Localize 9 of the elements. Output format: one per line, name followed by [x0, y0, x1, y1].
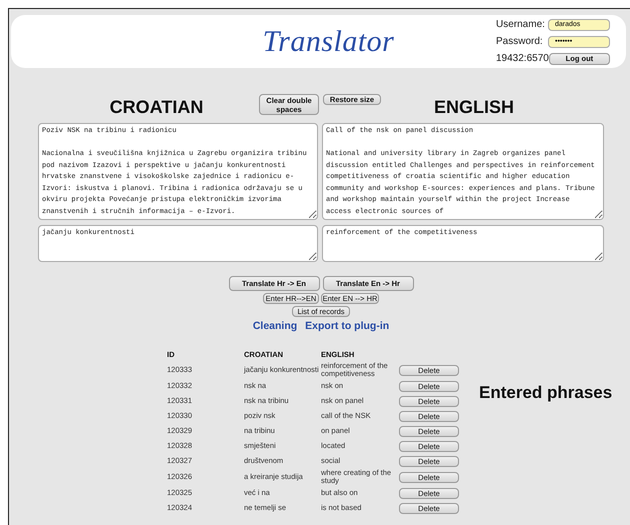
- session-code: 19432:6570: [496, 52, 549, 65]
- password-label: Password:: [496, 35, 543, 48]
- app-title: Translator: [262, 24, 394, 60]
- target-language-heading: ENGLISH: [434, 96, 514, 119]
- source-language-heading: CROATIAN: [110, 96, 204, 119]
- cleaning-link[interactable]: Cleaning: [252, 319, 298, 335]
- username-label: Username:: [496, 18, 545, 31]
- section-heading: Entered phrases: [479, 382, 612, 402]
- export-link[interactable]: Export to plug-in: [305, 319, 390, 335]
